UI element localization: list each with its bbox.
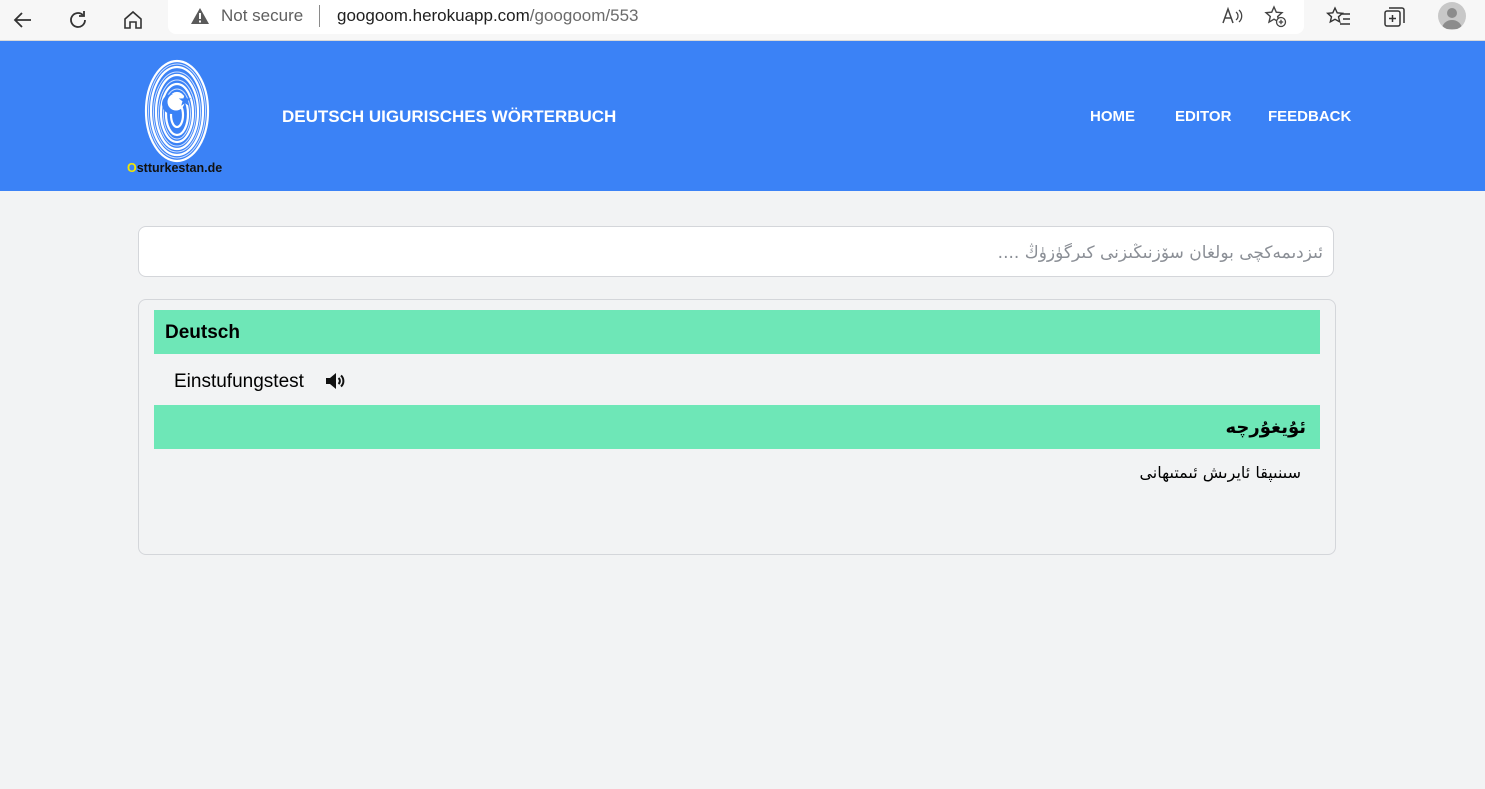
favorites-icon[interactable] [1325,4,1352,35]
url-path: /googoom/553 [529,6,639,25]
german-header-band: Deutsch [154,310,1320,354]
site-header: Ostturkestan.de DEUTSCH UIGURISCHES WÖRT… [0,41,1485,191]
uyghur-translation: سىنىپقا ئايرىش ئىمتىھانى [1139,463,1301,482]
back-icon[interactable] [7,4,39,36]
logo-text-o: O [127,161,137,175]
uyghur-header: ئۇيغۇرچە [1225,417,1307,438]
refresh-icon[interactable] [62,4,94,36]
address-bar[interactable]: Not secure googoom.herokuapp.com/googoom… [168,0,1304,34]
search-box [138,226,1334,278]
profile-avatar[interactable] [1438,2,1466,30]
logo-text[interactable]: Ostturkestan.de [127,161,222,175]
url-host: googoom.herokuapp.com [337,6,530,25]
german-word: Einstufungstest [174,371,304,392]
collections-icon[interactable] [1382,4,1408,35]
read-aloud-icon[interactable] [1220,4,1244,33]
address-separator [319,5,320,27]
add-favorite-icon[interactable] [1263,4,1287,33]
home-icon[interactable] [117,4,149,36]
fingerprint-logo-icon[interactable] [127,56,237,178]
url-text[interactable]: googoom.herokuapp.com/googoom/553 [337,6,639,26]
result-card: Deutsch Einstufungstest ئۇيغۇرچە سىنىپقا… [138,299,1336,555]
search-input[interactable] [151,227,1325,278]
nav-feedback-link[interactable]: FEEDBACK [1268,108,1351,125]
uyghur-header-band: ئۇيغۇرچە [154,405,1320,449]
german-header: Deutsch [165,322,240,343]
nav-home-link[interactable]: HOME [1090,108,1135,125]
logo-text-rest: stturkestan.de [136,161,223,175]
site-title[interactable]: DEUTSCH UIGURISCHES WÖRTERBUCH [282,107,616,127]
browser-toolbar: Not secure googoom.herokuapp.com/googoom… [0,0,1485,41]
speaker-icon[interactable] [324,370,346,397]
nav-editor-link[interactable]: EDITOR [1175,108,1231,125]
warning-icon[interactable] [190,6,210,31]
not-secure-label[interactable]: Not secure [221,6,303,26]
